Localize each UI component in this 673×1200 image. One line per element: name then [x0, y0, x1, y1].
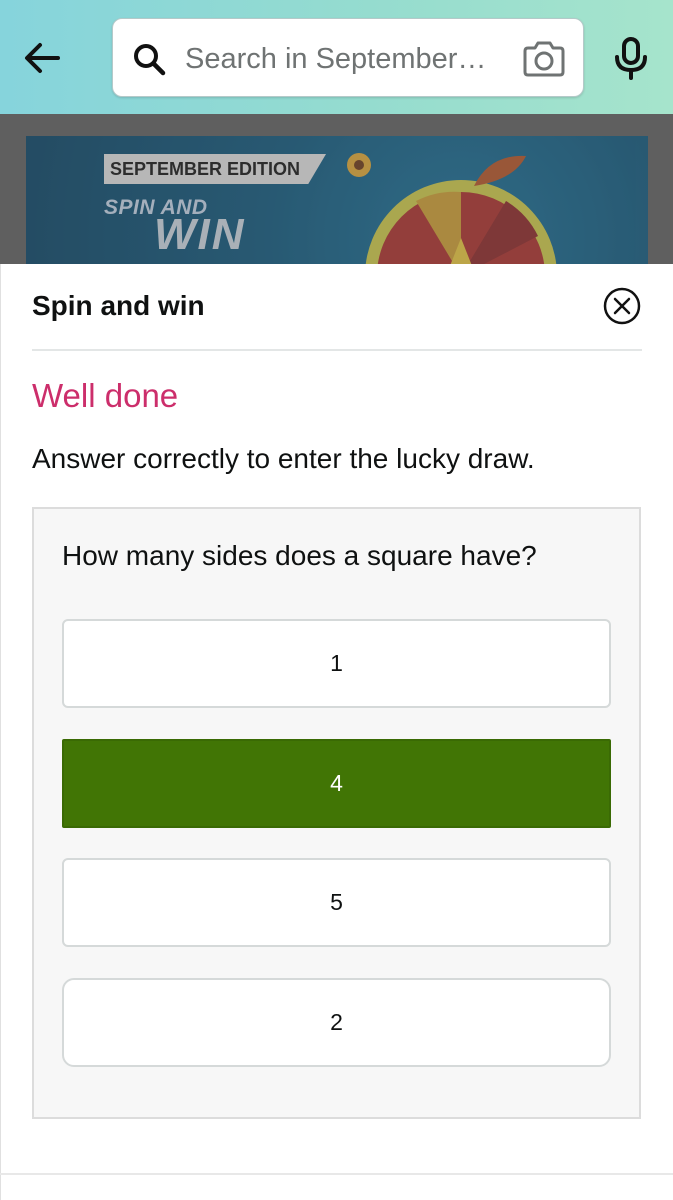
- instruction-text: Answer correctly to enter the lucky draw…: [32, 443, 535, 474]
- close-icon[interactable]: [603, 287, 641, 325]
- voice-search-button[interactable]: [606, 34, 656, 84]
- microphone-icon: [615, 37, 647, 80]
- spin-and-win-banner: SEPTEMBER EDITION SPIN AND WIN: [26, 136, 648, 264]
- banner-line2: WIN: [154, 210, 246, 259]
- answer-option-label: 1: [330, 650, 343, 676]
- search-bar[interactable]: Search in September…: [112, 18, 584, 97]
- result-status: Well done: [32, 377, 179, 414]
- answer-option-4-selected[interactable]: 4: [62, 739, 611, 828]
- camera-icon[interactable]: [521, 39, 567, 79]
- answer-option-label: 4: [330, 770, 343, 796]
- search-input[interactable]: Search in September…: [185, 41, 505, 77]
- answer-option-label: 5: [330, 889, 343, 915]
- arrow-left-icon: [25, 43, 60, 73]
- sunflower-image: [347, 153, 371, 177]
- modal-title: Spin and win: [32, 290, 205, 321]
- answer-option-5[interactable]: 5: [62, 858, 611, 947]
- quiz-question: How many sides does a square have?: [62, 540, 537, 571]
- top-app-bar: Search in September…: [0, 0, 673, 114]
- search-icon: [134, 44, 166, 76]
- divider: [32, 349, 642, 351]
- back-button[interactable]: [18, 34, 66, 82]
- answer-option-label: 2: [330, 1009, 343, 1035]
- leaf-image: [474, 155, 526, 186]
- answer-option-1[interactable]: 1: [62, 619, 611, 708]
- answer-option-2[interactable]: 2: [62, 978, 611, 1067]
- banner-tag: SEPTEMBER EDITION: [104, 154, 327, 184]
- spin-wheel-image: [365, 180, 557, 264]
- footer-divider: [0, 1173, 673, 1175]
- modal-edge: [0, 264, 1, 1200]
